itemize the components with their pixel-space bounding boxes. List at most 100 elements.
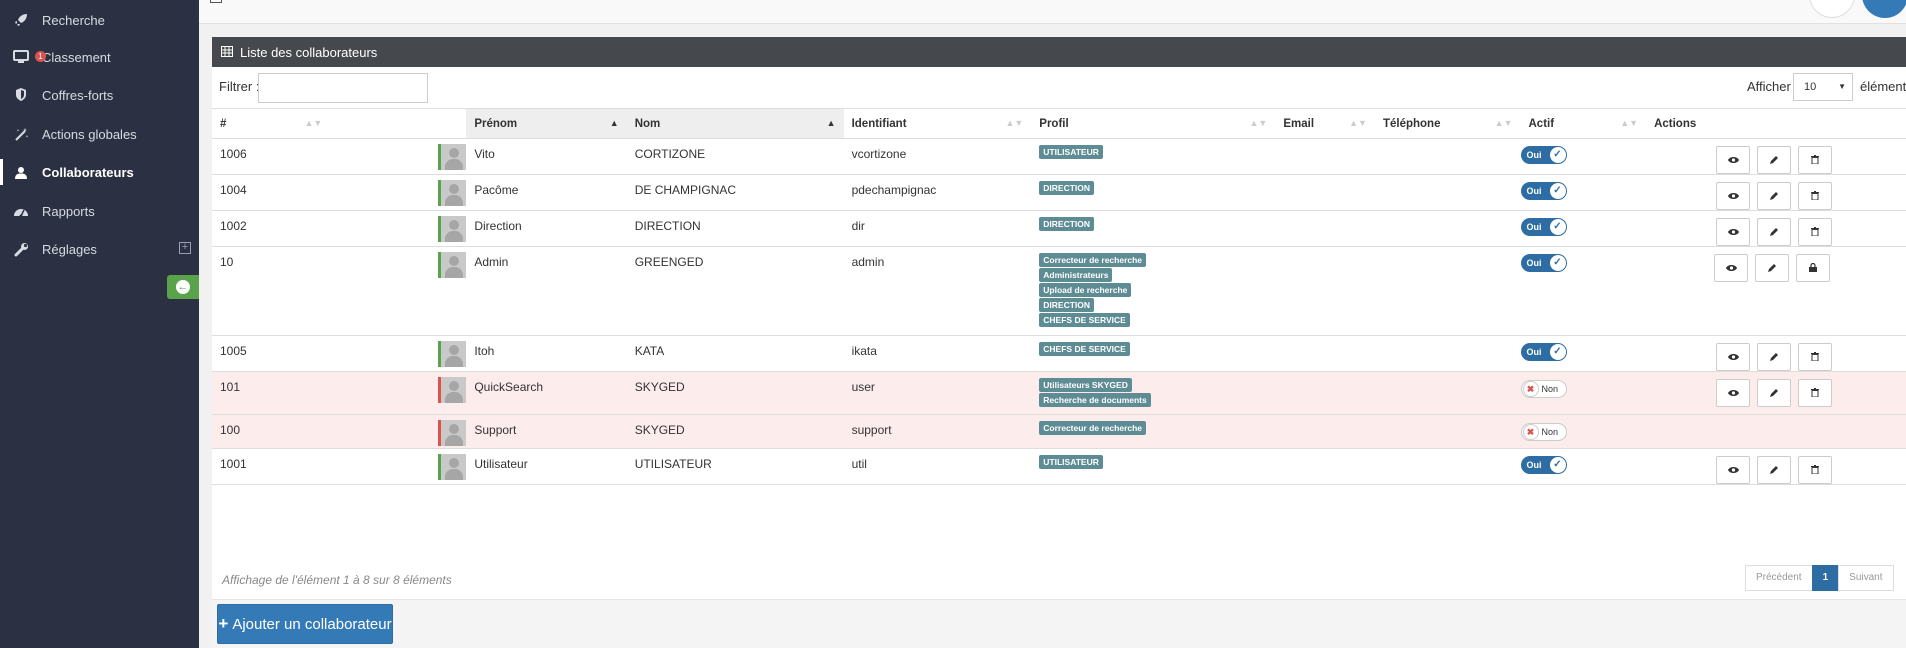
x-icon: ✖ xyxy=(1522,381,1539,397)
page-size-select[interactable]: 10 ▼ xyxy=(1793,73,1853,101)
active-toggle[interactable]: Oui ✓ xyxy=(1520,218,1567,236)
delete-button[interactable] xyxy=(1798,182,1833,210)
cell-prenom: Pacôme xyxy=(466,174,627,211)
header-label: Nom xyxy=(634,117,661,130)
column-header-avatar xyxy=(330,108,467,139)
cell-telephone xyxy=(1374,414,1521,449)
header-label: Identifiant xyxy=(851,117,907,130)
eye-icon xyxy=(1727,225,1739,239)
add-collaborator-button[interactable]: + Ajouter un collaborateur xyxy=(217,604,393,644)
pagination-previous[interactable]: Précédent xyxy=(1745,565,1813,591)
cell-prenom: Support xyxy=(466,414,627,449)
edit-button[interactable] xyxy=(1757,379,1792,407)
edit-button[interactable] xyxy=(1757,146,1792,174)
sidebar-item-recherche[interactable]: Recherche xyxy=(0,3,199,37)
view-button[interactable] xyxy=(1714,254,1749,282)
profile-labels: UTILISATEUR xyxy=(1039,455,1275,472)
cell-email xyxy=(1275,210,1375,247)
profile-labels: Utilisateurs SKYGED Recherche de document… xyxy=(1039,378,1275,410)
cell-identifiant: support xyxy=(843,414,1032,449)
active-toggle[interactable]: Oui ✓ xyxy=(1520,182,1567,200)
pagination-next[interactable]: Suivant xyxy=(1838,565,1894,591)
column-header-nom[interactable]: Nom ▲ xyxy=(626,108,844,139)
check-icon: ✓ xyxy=(1549,183,1566,199)
cell-profil: DIRECTION xyxy=(1031,210,1276,247)
view-button[interactable] xyxy=(1716,146,1751,174)
header-label: Profil xyxy=(1039,117,1069,130)
cell-nom: GREENGED xyxy=(626,246,844,336)
column-header-identifiant[interactable]: Identifiant ▲▼ xyxy=(843,108,1032,139)
toggle-label: Non xyxy=(1541,427,1559,437)
cell-avatar xyxy=(330,174,467,211)
sidebar-item-collaborateurs[interactable]: Collaborateurs xyxy=(0,155,199,189)
locked-button[interactable] xyxy=(1796,254,1831,282)
cell-profil: Utilisateurs SKYGED Recherche de document… xyxy=(1031,371,1276,415)
cell-id: 1005 xyxy=(212,335,331,372)
arrow-left-icon: ← xyxy=(176,280,190,294)
edit-button[interactable] xyxy=(1755,254,1790,282)
active-toggle[interactable]: Oui ✓ xyxy=(1520,254,1567,272)
column-header-prenom[interactable]: Prénom ▲ xyxy=(466,108,627,139)
pagination-page-1[interactable]: 1 xyxy=(1811,565,1840,591)
cell-profil: Correcteur de recherche xyxy=(1031,414,1276,449)
trash-icon xyxy=(1811,350,1820,364)
profile-badge: DIRECTION xyxy=(1039,181,1095,195)
edit-button[interactable] xyxy=(1757,218,1792,246)
delete-button[interactable] xyxy=(1798,146,1833,174)
view-button[interactable] xyxy=(1716,456,1751,484)
cell-nom: SKYGED xyxy=(626,414,844,449)
expand-plus-icon[interactable]: + xyxy=(179,242,191,254)
sidebar-item-label: Actions globales xyxy=(42,126,137,142)
active-toggle[interactable]: ✖ Non xyxy=(1520,380,1567,398)
sidebar-item-reglages[interactable]: Réglages + xyxy=(0,232,199,266)
edit-button[interactable] xyxy=(1757,182,1792,210)
active-toggle[interactable]: ✖ Non xyxy=(1520,423,1567,441)
sidebar-item-classement[interactable]: 1 Classement xyxy=(0,40,199,74)
cell-nom: UTILISATEUR xyxy=(626,448,844,485)
delete-button[interactable] xyxy=(1798,379,1833,407)
sidebar-item-rapports[interactable]: Rapports xyxy=(0,194,199,228)
cell-prenom: Admin xyxy=(466,246,627,336)
sidebar-item-label: Classement xyxy=(42,49,111,65)
eye-icon xyxy=(1725,261,1737,275)
profile-badge: Utilisateurs SKYGED xyxy=(1039,378,1132,392)
delete-button[interactable] xyxy=(1798,456,1833,484)
cell-email xyxy=(1275,246,1375,336)
sidebar-item-coffres-forts[interactable]: Coffres-forts xyxy=(0,78,199,112)
sidebar-item-actions-globales[interactable]: Actions globales xyxy=(0,117,199,151)
settings-round-button[interactable] xyxy=(1809,0,1855,18)
toggle-label: Oui xyxy=(1526,222,1542,232)
toggle-label: Oui xyxy=(1526,347,1542,357)
cell-actions xyxy=(1646,210,1906,247)
delete-button[interactable] xyxy=(1798,218,1833,246)
collapse-sidebar-button[interactable]: ← xyxy=(167,275,199,299)
column-header-email[interactable]: Email ▲▼ xyxy=(1275,108,1375,139)
column-header-id[interactable]: # ▲▼ xyxy=(212,108,331,139)
sidebar-item-label: Réglages xyxy=(42,241,97,257)
column-header-profil[interactable]: Profil ▲▼ xyxy=(1031,108,1276,139)
filter-input[interactable] xyxy=(258,73,428,103)
table-icon xyxy=(221,45,233,60)
table-info: Affichage de l'élément 1 à 8 sur 8 éléme… xyxy=(222,573,452,587)
column-header-telephone[interactable]: Téléphone ▲▼ xyxy=(1374,108,1521,139)
menu-icon[interactable] xyxy=(210,0,222,3)
view-button[interactable] xyxy=(1716,379,1751,407)
column-header-actif[interactable]: Actif ▲▼ xyxy=(1520,108,1647,139)
show-after-label: éléments xyxy=(1860,79,1906,94)
avatar xyxy=(438,252,467,278)
header-label: Prénom xyxy=(474,117,518,130)
monitor-icon: 1 xyxy=(11,47,46,67)
view-button[interactable] xyxy=(1716,218,1751,246)
edit-button[interactable] xyxy=(1757,343,1792,371)
user-round-button[interactable] xyxy=(1862,0,1906,18)
view-button[interactable] xyxy=(1716,343,1751,371)
view-button[interactable] xyxy=(1716,182,1751,210)
collaborators-table: # ▲▼ Prénom ▲ Nom ▲ Identifiant ▲▼ Profil ▲▼ … xyxy=(212,108,1906,485)
active-toggle[interactable]: Oui ✓ xyxy=(1520,146,1567,164)
active-toggle[interactable]: Oui ✓ xyxy=(1520,343,1567,361)
delete-button[interactable] xyxy=(1798,343,1833,371)
cell-avatar xyxy=(330,335,467,372)
trash-icon xyxy=(1811,386,1820,400)
active-toggle[interactable]: Oui ✓ xyxy=(1520,456,1567,474)
edit-button[interactable] xyxy=(1757,456,1792,484)
